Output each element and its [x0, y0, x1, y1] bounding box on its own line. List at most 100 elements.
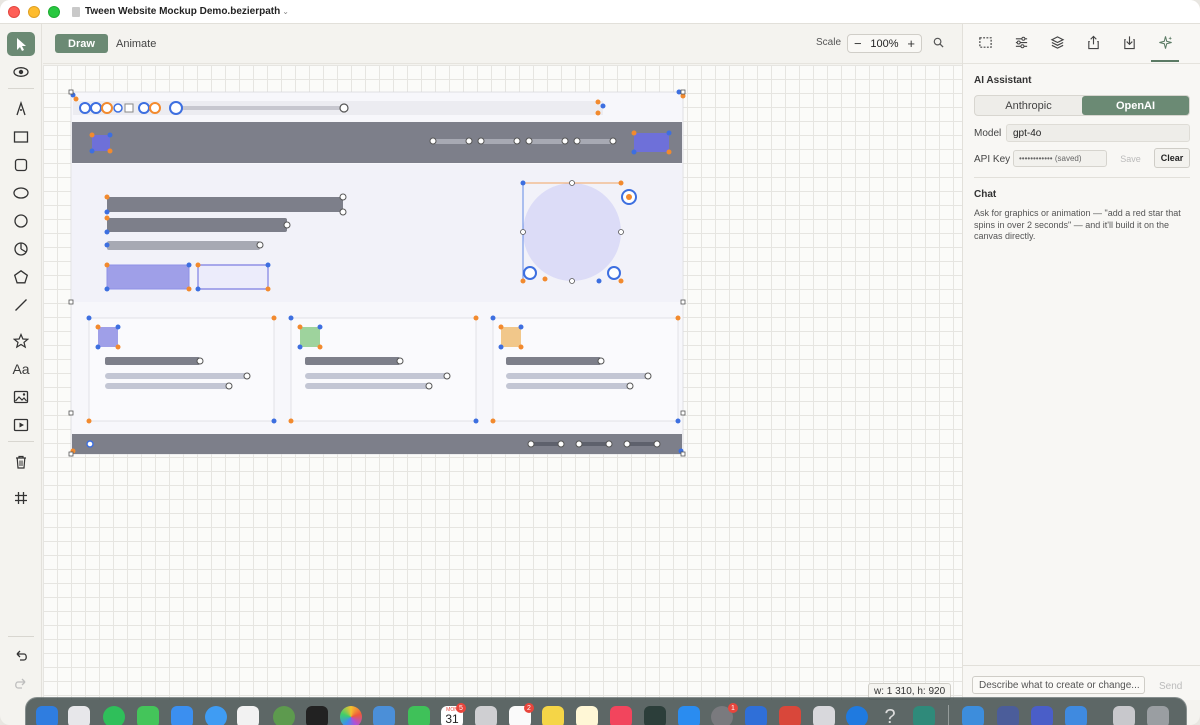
- header-logo: [92, 135, 110, 151]
- undo-button[interactable]: [7, 643, 35, 667]
- window-title[interactable]: Tween Website Mockup Demo.bezierpath: [85, 6, 280, 17]
- whatsapp-icon[interactable]: [103, 706, 125, 725]
- text-aa-icon: Aa: [12, 361, 30, 377]
- delete-tool[interactable]: [7, 450, 35, 474]
- disk-utility-icon[interactable]: [997, 706, 1019, 725]
- stack-app-icon[interactable]: [644, 706, 666, 725]
- video-tool[interactable]: [7, 413, 35, 437]
- tab-ai-assistant[interactable]: [1155, 32, 1175, 52]
- preview-window-icon[interactable]: [1065, 706, 1087, 725]
- draw-mode-button[interactable]: Draw: [55, 34, 108, 53]
- messages-icon[interactable]: [137, 706, 159, 725]
- terminal-icon[interactable]: [306, 706, 328, 725]
- provider-openai[interactable]: OpenAI: [1082, 96, 1189, 115]
- redo-button[interactable]: [7, 671, 35, 695]
- api-key-field[interactable]: •••••••••••• (saved): [1013, 150, 1107, 167]
- pie-chart-icon: [14, 242, 28, 256]
- mail-icon[interactable]: [171, 706, 193, 725]
- image-icon: [13, 390, 29, 404]
- title-bar: Tween Website Mockup Demo.bezierpath ⌄: [0, 0, 1200, 24]
- text-tool[interactable]: Aa: [7, 357, 35, 381]
- inspector-tabs: [963, 24, 1200, 64]
- pentagon-icon: [13, 270, 29, 284]
- tab-import[interactable]: [1119, 32, 1139, 52]
- tab-adjustments[interactable]: [1011, 32, 1031, 52]
- model-field[interactable]: gpt-4o: [1006, 124, 1190, 142]
- rectangle-tool[interactable]: [7, 125, 35, 149]
- presenter-app-icon[interactable]: [779, 706, 801, 725]
- provider-anthropic[interactable]: Anthropic: [975, 96, 1082, 115]
- bezier-app-icon[interactable]: [913, 706, 935, 725]
- minimize-window-button[interactable]: [28, 5, 40, 18]
- ellipse-tool[interactable]: [7, 181, 35, 205]
- grid-toggle[interactable]: [7, 486, 35, 510]
- tab-selection[interactable]: [975, 32, 995, 52]
- polygon-tool[interactable]: [7, 265, 35, 289]
- feather-app-icon[interactable]: [373, 706, 395, 725]
- pen-tool[interactable]: [7, 97, 35, 121]
- xcode-tools-icon[interactable]: [237, 706, 259, 725]
- circle-tool[interactable]: [7, 209, 35, 233]
- rectangle-icon: [13, 131, 29, 143]
- top-progress-track: [178, 106, 346, 110]
- chevron-down-icon[interactable]: ⌄: [282, 7, 289, 16]
- pie-tool[interactable]: [7, 237, 35, 261]
- star-tool[interactable]: [7, 329, 35, 353]
- help-question-icon[interactable]: ?: [879, 706, 901, 725]
- image-tool[interactable]: [7, 385, 35, 409]
- archive-stack-icon[interactable]: [1113, 706, 1135, 725]
- toolbar-divider: [8, 636, 34, 637]
- line-tool[interactable]: [7, 293, 35, 317]
- zoom-out-button[interactable]: −: [854, 36, 862, 51]
- redo-icon: [15, 678, 26, 689]
- notes-icon[interactable]: [576, 706, 598, 725]
- tab-export[interactable]: [1083, 32, 1103, 52]
- send-button[interactable]: Send: [1159, 681, 1182, 692]
- model-label: Model: [974, 128, 1002, 139]
- select-tool[interactable]: [7, 32, 35, 56]
- feature-card-1: [88, 317, 275, 422]
- close-window-button[interactable]: [8, 5, 20, 18]
- sliders-icon: [1015, 36, 1027, 48]
- toolbar-divider: [8, 88, 34, 89]
- finder-icon[interactable]: [36, 706, 58, 725]
- rounded-rectangle-tool[interactable]: [7, 153, 35, 177]
- canvas-artwork: [68, 89, 686, 457]
- dock-separator: [948, 705, 949, 725]
- api-key-label: API Key: [974, 154, 1011, 165]
- tab-layers[interactable]: [1047, 32, 1067, 52]
- music-icon[interactable]: [610, 706, 632, 725]
- maximize-window-button[interactable]: [48, 5, 60, 18]
- app-store-icon[interactable]: [678, 706, 700, 725]
- window-controls: [8, 5, 60, 18]
- chat-input[interactable]: Describe what to create or change...: [972, 676, 1145, 694]
- inspector-panel: AI Assistant Anthropic OpenAI Model gpt-…: [962, 24, 1200, 700]
- save-key-button[interactable]: Save: [1113, 150, 1148, 167]
- calendar-badge: 5: [456, 703, 466, 713]
- panel-divider: [974, 177, 1190, 178]
- launchpad-icon[interactable]: [68, 706, 90, 725]
- undo-icon: [16, 650, 27, 661]
- docker-icon[interactable]: [962, 706, 984, 725]
- teams-icon[interactable]: [1031, 706, 1053, 725]
- line-icon: [15, 299, 27, 311]
- preview-tool[interactable]: [7, 60, 35, 84]
- quicktime-icon[interactable]: [846, 706, 868, 725]
- trash-can-icon[interactable]: [1147, 706, 1169, 725]
- facetime-icon[interactable]: [408, 706, 430, 725]
- xcode-icon[interactable]: [745, 706, 767, 725]
- hero-circle: [523, 183, 621, 281]
- photos-icon[interactable]: [340, 706, 362, 725]
- contacts-icon[interactable]: [475, 706, 497, 725]
- stickies-icon[interactable]: [542, 706, 564, 725]
- feature-card-2: [290, 317, 477, 422]
- clear-key-button[interactable]: Clear: [1154, 148, 1190, 168]
- animate-mode-button[interactable]: Animate: [116, 34, 156, 53]
- drawing-canvas[interactable]: w: 1 310, h: 920: [43, 65, 962, 700]
- globe-app-icon[interactable]: [273, 706, 295, 725]
- document-icon: [72, 6, 80, 17]
- safari-icon[interactable]: [205, 706, 227, 725]
- magnifier-icon[interactable]: [933, 37, 944, 51]
- printer-icon[interactable]: [813, 706, 835, 725]
- zoom-in-button[interactable]: +: [907, 36, 915, 51]
